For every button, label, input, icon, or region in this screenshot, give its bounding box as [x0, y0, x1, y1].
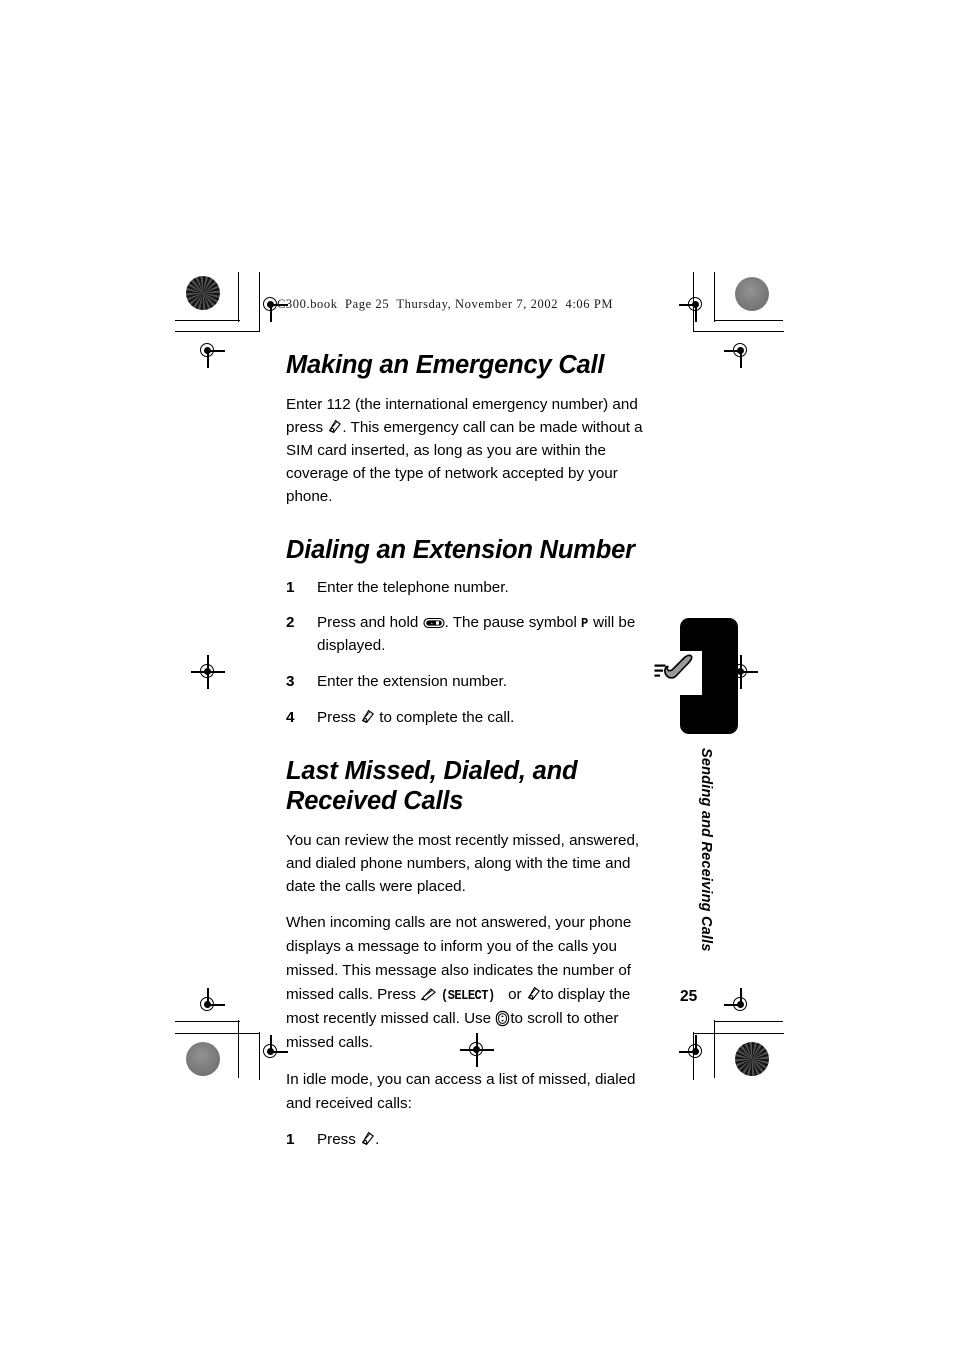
crop-line [714, 272, 716, 322]
paragraph-missed-calls: When incoming calls are not answered, yo… [286, 911, 661, 1055]
crop-line [714, 1020, 716, 1078]
send-key-icon [360, 1131, 375, 1147]
crop-line [175, 1021, 240, 1023]
crop-line [694, 331, 784, 333]
halftone-circle-top-right [735, 277, 769, 311]
heading-last-missed-dialed-received-calls: Last Missed, Dialed, and Received Calls [286, 756, 661, 816]
star-key-icon: ⋆ [423, 617, 445, 629]
registration-mark-bottom-left [254, 1035, 288, 1069]
navigation-key-icon [495, 1010, 510, 1027]
step-number: 2 [286, 614, 295, 632]
soft-key-icon [420, 987, 437, 1002]
heading-making-an-emergency-call: Making an Emergency Call [286, 351, 605, 379]
registration-mark-bottom-right [679, 1035, 713, 1069]
crop-line [715, 320, 783, 322]
registration-mark-left-lower [191, 988, 225, 1022]
list-item: 1 Press . [286, 1129, 661, 1152]
registration-mark-left-middle [191, 655, 225, 689]
crop-line [238, 272, 240, 322]
send-key-icon [526, 986, 541, 1002]
printed-page: C300.book Page 25 Thursday, November 7, … [0, 0, 954, 1351]
page-number: 25 [680, 988, 698, 1005]
step-text: Enter the telephone number. [317, 578, 509, 596]
halftone-circle-top-left [186, 276, 220, 310]
halftone-circle-bottom-right [735, 1042, 769, 1076]
paragraph-text-b: or [508, 986, 522, 1004]
crop-line [175, 320, 240, 322]
list-item: 1 Enter the telephone number. [286, 577, 661, 600]
list-item: 2 Press and hold ⋆ . The pause symbol P … [286, 612, 661, 658]
heading-line-1: Last Missed, Dialed, and [286, 756, 578, 785]
step-number: 3 [286, 673, 295, 691]
halftone-circle-bottom-left [186, 1042, 220, 1076]
crop-line [175, 1033, 260, 1035]
list-item: 3 Enter the extension number. [286, 671, 661, 694]
content-column: Making an Emergency Call Enter 112 (the … [286, 350, 661, 1151]
heading-dialing-an-extension-number: Dialing an Extension Number [286, 535, 635, 564]
step-text-b: to complete the call. [379, 709, 515, 727]
step-text-a: Press and hold [317, 614, 419, 632]
heading-line-2: Received Calls [286, 786, 464, 815]
step-text: Enter the extension number. [317, 673, 507, 691]
list-item: 4 Press to complete the call. [286, 707, 661, 730]
step-text-a: Press [317, 1130, 356, 1148]
send-key-icon [327, 419, 342, 435]
step-text-b: . The pause symbol [444, 614, 577, 632]
select-softkey-label: (SELECT) [441, 988, 496, 1005]
chapter-tab-label: Sending and Receiving Calls [698, 748, 714, 952]
paragraph-emergency-call: Enter 112 (the international emergency n… [286, 393, 661, 508]
registration-mark-left-upper [191, 334, 225, 368]
step-number: 1 [286, 1130, 295, 1148]
crop-line [175, 331, 260, 333]
pause-symbol: P [581, 616, 588, 633]
step-text-a: Press [317, 709, 356, 727]
step-text-b: . [375, 1130, 380, 1148]
steps-dialing-extension: 1 Enter the telephone number. 2 Press an… [286, 577, 661, 730]
send-key-icon [360, 709, 375, 725]
paragraph-review-calls: You can review the most recently missed,… [286, 831, 640, 896]
registration-mark-right-upper [724, 334, 758, 368]
crop-line [238, 1020, 240, 1078]
step-number: 4 [286, 709, 295, 727]
svg-text:⋆: ⋆ [430, 621, 433, 627]
steps-access-call-list: 1 Press . [286, 1129, 661, 1152]
registration-mark-right-lower [724, 988, 758, 1022]
crop-line [715, 1021, 783, 1023]
registration-mark-top-right [679, 288, 713, 322]
phone-handset-icon [653, 650, 705, 698]
file-slug-line: C300.book Page 25 Thursday, November 7, … [277, 297, 614, 311]
step-number: 1 [286, 578, 295, 596]
paragraph-idle-mode: In idle mode, you can access a list of m… [286, 1071, 636, 1112]
